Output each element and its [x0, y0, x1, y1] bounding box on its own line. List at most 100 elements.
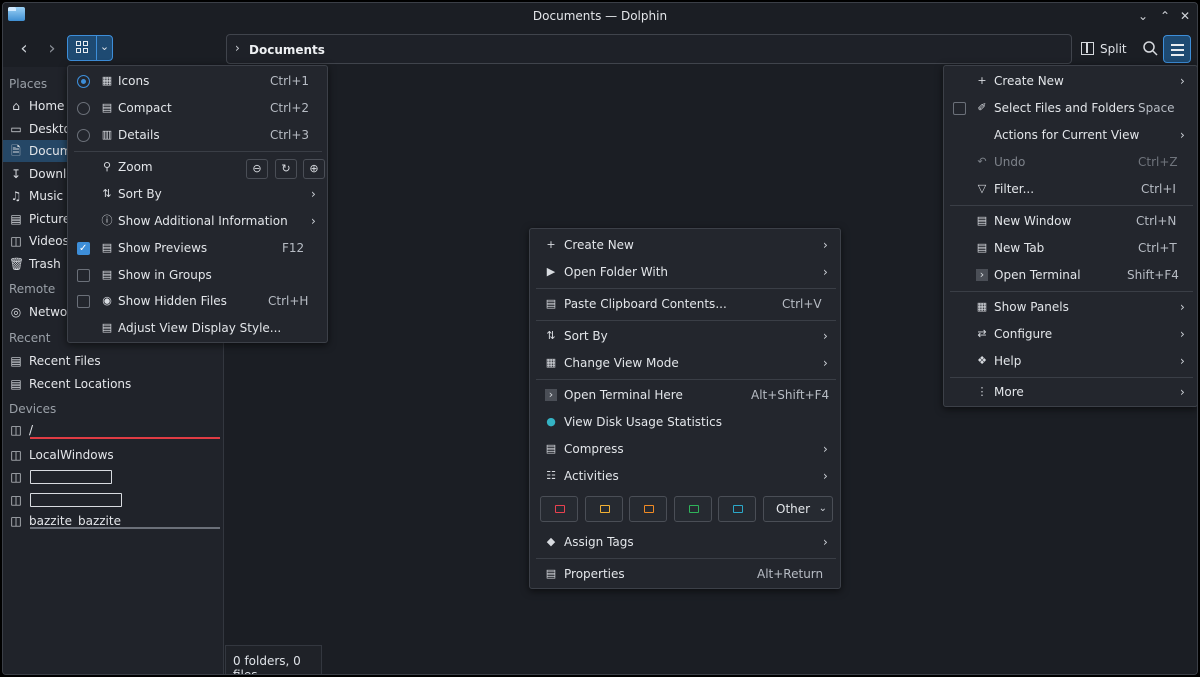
sidebar-item-recent-files[interactable]: ▤ Recent Files	[3, 350, 224, 372]
menu-item-show-in-groups[interactable]: ▤ Show in Groups	[68, 262, 327, 288]
filter-icon: ▽	[977, 182, 987, 195]
checkbox[interactable]	[77, 269, 90, 282]
ctx-sort-by[interactable]: ⇅ Sort By ›	[530, 323, 840, 349]
separator	[536, 288, 836, 289]
menu-item-show-hidden[interactable]: ◉ Show Hidden Files Ctrl+H	[68, 288, 327, 314]
ctx-change-view-mode[interactable]: ▦ Change View Mode ›	[530, 350, 840, 376]
hamburger-menu-button[interactable]	[1163, 35, 1191, 63]
menu-label: Properties	[564, 567, 625, 581]
zoom-out-button[interactable]: ⊖	[246, 159, 268, 179]
tag-red-button[interactable]	[540, 496, 578, 522]
ctx-paste[interactable]: ▤ Paste Clipboard Contents... Ctrl+V	[530, 291, 840, 317]
recent-files-icon: ▤	[10, 354, 22, 368]
checkbox[interactable]	[77, 295, 90, 308]
hm-help[interactable]: ❖ Help ›	[944, 348, 1197, 374]
checkbox[interactable]	[953, 102, 966, 115]
menu-shortcut: Ctrl+3	[270, 128, 310, 142]
checkbox-checked[interactable]	[77, 236, 90, 262]
menu-label: Sort By	[118, 187, 162, 201]
menu-label: Create New	[994, 74, 1064, 88]
title-bar[interactable]: Documents — Dolphin ⌄ ⌃ ✕	[3, 3, 1197, 29]
radio-selected[interactable]	[77, 75, 90, 88]
breadcrumb-documents[interactable]: Documents	[249, 43, 325, 57]
menu-item-details[interactable]: ▥ Details Ctrl+3	[68, 122, 327, 148]
split-button[interactable]: Split	[1081, 38, 1127, 60]
hm-filter[interactable]: ▽ Filter... Ctrl+I	[944, 176, 1197, 202]
tag-cyan-button[interactable]	[718, 496, 756, 522]
menu-item-adjust-display[interactable]: ▤ Adjust View Display Style...	[68, 315, 327, 341]
hm-show-panels[interactable]: ▦ Show Panels ›	[944, 294, 1197, 320]
zoom-reset-button[interactable]: ↻	[275, 159, 297, 179]
drive-icon: ◫	[10, 514, 22, 528]
tag-orange-button[interactable]	[629, 496, 667, 522]
ctx-assign-tags[interactable]: ◆ Assign Tags ›	[530, 529, 840, 555]
select-icon: ✐	[977, 101, 987, 114]
ctx-compress[interactable]: ▤ Compress ›	[530, 436, 840, 462]
hm-open-terminal[interactable]: › Open Terminal Shift+F4	[944, 262, 1197, 288]
plus-icon: +	[546, 238, 556, 251]
submenu-arrow-icon: ›	[1180, 385, 1185, 399]
menu-shortcut: Ctrl+2	[270, 101, 310, 115]
drive-icon: ◫	[10, 423, 22, 437]
hm-select-files[interactable]: ✐ Select Files and Folders Space	[944, 95, 1197, 121]
sidebar-item-localwindows[interactable]: ◫ LocalWindows	[3, 444, 224, 466]
forward-button[interactable]: ›	[41, 39, 63, 61]
close-icon[interactable]: ✕	[1177, 8, 1193, 24]
ctx-activities[interactable]: ☷ Activities ›	[530, 463, 840, 489]
eye-icon: ◉	[102, 294, 112, 307]
section-places: Places	[9, 77, 48, 91]
tag-yellow-button[interactable]	[585, 496, 623, 522]
submenu-arrow-icon: ›	[823, 442, 828, 456]
hm-new-window[interactable]: ▤ New Window Ctrl+N	[944, 208, 1197, 234]
location-bar[interactable]: › Documents	[226, 34, 1072, 64]
radio[interactable]	[77, 129, 90, 142]
maximize-icon[interactable]: ⌃	[1157, 8, 1173, 24]
hm-configure[interactable]: ⇄ Configure ›	[944, 321, 1197, 347]
view-mode-icons-segment[interactable]	[68, 36, 96, 60]
recent-locations-icon: ▤	[10, 377, 22, 391]
paste-icon: ▤	[545, 297, 557, 310]
menu-shortcut: Ctrl+V	[782, 297, 822, 311]
separator	[74, 151, 322, 152]
zoom-in-button[interactable]: ⊕	[303, 159, 325, 179]
ctx-create-new[interactable]: + Create New ›	[530, 232, 840, 258]
sidebar-item-label: Music	[29, 189, 64, 203]
menu-item-icons[interactable]: ▦ Icons Ctrl+1	[68, 68, 327, 94]
tag-other-dropdown[interactable]: Other ⌄	[763, 496, 833, 522]
back-button[interactable]: ‹	[13, 39, 35, 61]
view-mode-dropdown-chevron-icon[interactable]: ⌄	[96, 36, 112, 60]
submenu-arrow-icon: ›	[1180, 327, 1185, 341]
hm-actions-current-view[interactable]: Actions for Current View ›	[944, 122, 1197, 148]
menu-label: Undo	[994, 155, 1026, 169]
menu-item-show-previews[interactable]: ▤ Show Previews F12	[68, 235, 327, 262]
status-bar: 0 folders, 0 files	[225, 645, 322, 674]
sidebar-item-recent-locations[interactable]: ▤ Recent Locations	[3, 373, 224, 395]
context-menu: + Create New › ▶ Open Folder With › ▤ Paste C…	[529, 228, 841, 589]
search-button[interactable]	[1139, 37, 1161, 59]
menu-item-additional-info[interactable]: ⓘ Show Additional Information ›	[68, 208, 327, 234]
ctx-open-terminal[interactable]: › Open Terminal Here Alt+Shift+F4	[530, 382, 840, 408]
separator	[950, 291, 1193, 292]
breadcrumb-chevron-icon[interactable]: ›	[235, 41, 240, 55]
menu-label: Filter...	[994, 182, 1035, 196]
submenu-arrow-icon: ›	[311, 214, 316, 228]
search-icon	[1143, 41, 1158, 56]
menu-shortcut: Space	[1138, 101, 1175, 115]
ctx-properties[interactable]: ▤ Properties Alt+Return	[530, 561, 840, 587]
menu-item-sort-by[interactable]: ⇅ Sort By ›	[68, 181, 327, 207]
tag-green-button[interactable]	[674, 496, 712, 522]
hm-undo[interactable]: ↶ Undo Ctrl+Z	[944, 149, 1197, 175]
view-mode-button[interactable]: ⌄	[67, 35, 113, 61]
radio[interactable]	[77, 102, 90, 115]
split-view-icon	[1081, 42, 1094, 55]
hm-more[interactable]: ⋮ More ›	[944, 379, 1197, 405]
folder-cyan-icon	[733, 505, 743, 513]
hm-create-new[interactable]: + Create New ›	[944, 68, 1197, 94]
separator	[536, 379, 836, 380]
menu-item-compact[interactable]: ▤ Compact Ctrl+2	[68, 95, 327, 121]
menu-shortcut: Ctrl+T	[1138, 241, 1177, 255]
ctx-disk-usage[interactable]: ● View Disk Usage Statistics	[530, 409, 840, 435]
hm-new-tab[interactable]: ▤ New Tab Ctrl+T	[944, 235, 1197, 261]
ctx-open-folder-with[interactable]: ▶ Open Folder With ›	[530, 259, 840, 285]
window-menu-chevron-icon[interactable]: ⌄	[1135, 8, 1151, 24]
